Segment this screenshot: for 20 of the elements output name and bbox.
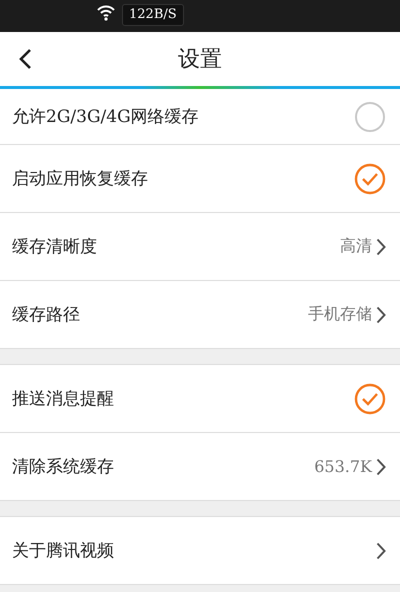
chevron-right-icon[interactable] xyxy=(376,306,386,324)
setting-label: 清除系统缓存 xyxy=(12,456,115,478)
setting-label: 启动应用恢复缓存 xyxy=(12,168,149,190)
setting-label: 缓存清晰度 xyxy=(12,236,98,258)
network-speed: 122B/S xyxy=(122,4,184,26)
chevron-right-icon[interactable] xyxy=(376,458,386,476)
setting-label: 关于腾讯视频 xyxy=(12,540,115,562)
page-title: 设置 xyxy=(178,46,222,74)
checkbox[interactable] xyxy=(354,162,386,194)
setting-label: 推送消息提醒 xyxy=(12,388,115,410)
chevron-right-icon[interactable] xyxy=(376,238,386,256)
setting-label: 允许2G/3G/4G网络缓存 xyxy=(12,106,200,128)
checkbox[interactable] xyxy=(354,382,386,414)
chevron-right-icon[interactable] xyxy=(376,542,386,560)
setting-value: 653.7K xyxy=(314,457,372,476)
checkbox[interactable] xyxy=(354,100,386,132)
setting-label: 缓存路径 xyxy=(12,304,81,326)
wifi-icon xyxy=(96,4,116,22)
setting-value: 手机存储 xyxy=(308,304,372,325)
setting-value: 高清 xyxy=(340,236,372,257)
